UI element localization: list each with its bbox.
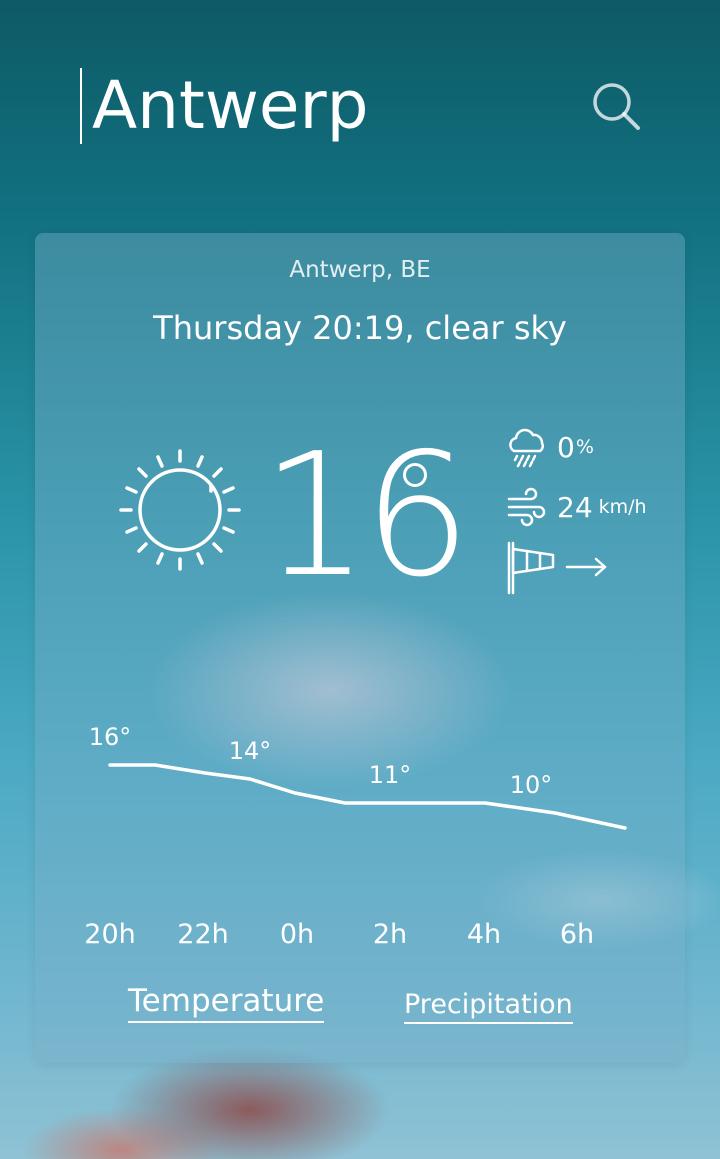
hour-tick-label: 20h — [84, 919, 135, 950]
hour-tick-label: 2h — [373, 919, 407, 950]
city-search-input[interactable]: Antwerp — [92, 64, 368, 148]
windsock-icon — [507, 541, 607, 595]
wind-direction-stat — [505, 541, 615, 595]
hour-tick-label: 22h — [177, 919, 228, 950]
temperature-point-label: 16° — [89, 723, 132, 751]
precipitation-stat: 0 % — [505, 425, 594, 469]
tab-precipitation[interactable]: Precipitation — [404, 989, 573, 1024]
clear-sky-sun-icon — [119, 449, 241, 571]
hourly-temperature-chart: 16° 14° 11° 10° 20h 22h 0h 2h 4h 6h — [84, 723, 627, 950]
search-icon — [593, 83, 640, 130]
wind-icon — [507, 487, 546, 527]
temperature-point-label: 11° — [369, 761, 412, 789]
location-label: Antwerp, BE — [289, 257, 431, 283]
hour-tick-label: 6h — [560, 919, 594, 950]
current-temperature: 16 — [261, 417, 471, 615]
temperature-point-label: 14° — [229, 737, 272, 765]
text-cursor — [80, 68, 82, 144]
precipitation-value: 0 — [557, 430, 575, 464]
tab-temperature[interactable]: Temperature — [128, 983, 325, 1023]
degree-symbol — [403, 463, 427, 487]
weather-card: Antwerp, BE Thursday 20:19, clear sky 16 — [35, 233, 685, 1063]
wind-speed-unit: km/h — [598, 496, 647, 518]
temperature-point-label: 10° — [510, 771, 553, 799]
wind-speed-value: 24 — [557, 490, 593, 524]
datetime-condition: Thursday 20:19, clear sky — [153, 309, 567, 347]
rain-cloud-icon — [509, 428, 544, 468]
wind-speed-stat: 24 km/h — [505, 485, 647, 529]
precipitation-unit: % — [575, 436, 594, 458]
hour-tick-label: 0h — [280, 919, 314, 950]
search-button[interactable] — [590, 80, 642, 132]
search-bar[interactable]: Antwerp — [80, 64, 660, 148]
hour-tick-label: 4h — [467, 919, 501, 950]
